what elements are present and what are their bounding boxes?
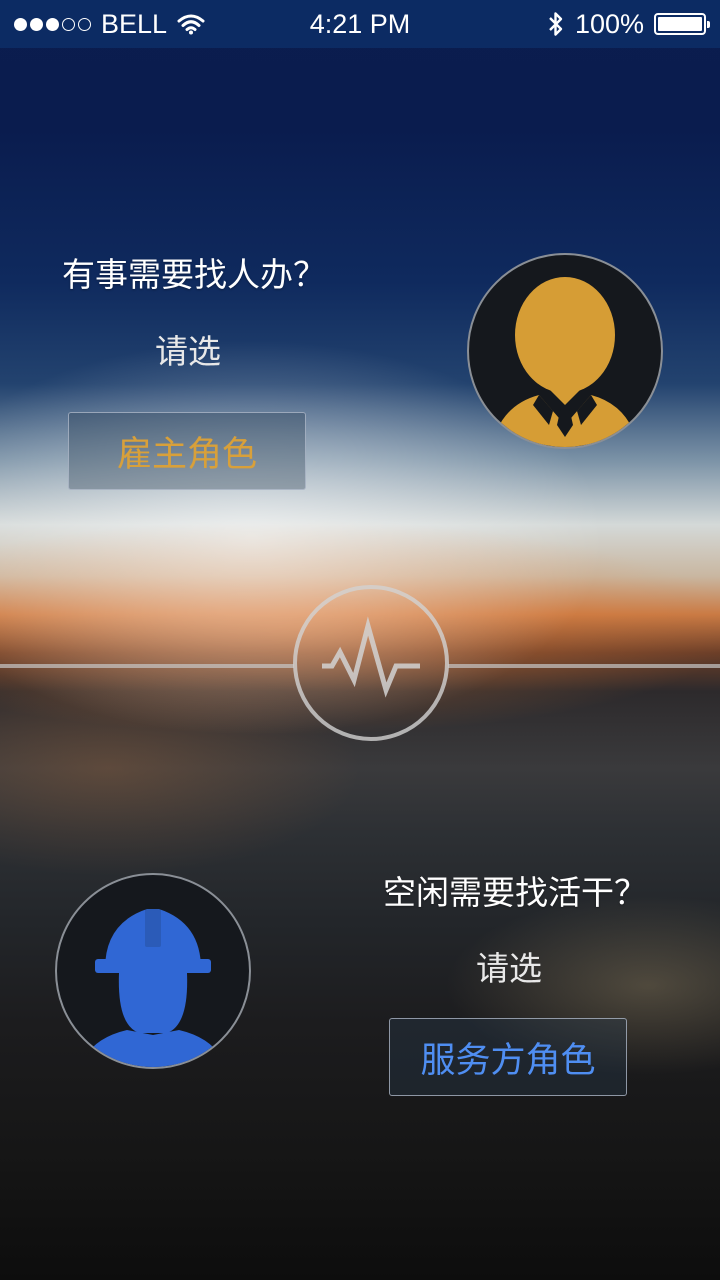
employer-avatar <box>467 253 663 449</box>
bluetooth-icon <box>549 12 563 36</box>
worker-question: 空闲需要找活干？ <box>383 873 647 912</box>
status-bar: BELL 4:21 PM 100% <box>0 0 720 48</box>
worker-hint: 请选 <box>476 949 542 988</box>
divider-right <box>448 664 720 668</box>
battery-percent: 100% <box>574 8 644 39</box>
employer-role-button[interactable]: 雇主角色 <box>68 412 306 490</box>
businessman-icon <box>497 277 633 447</box>
battery-icon <box>654 13 710 35</box>
worker-role-button[interactable]: 服务方角色 <box>389 1018 627 1096</box>
status-right: 100% <box>547 0 710 48</box>
employer-question: 有事需要找人办？ <box>62 255 326 294</box>
employer-hint: 请选 <box>155 332 221 371</box>
construction-worker-icon <box>85 903 221 1067</box>
divider-left <box>0 664 294 668</box>
pulse-icon <box>293 585 449 741</box>
worker-avatar <box>55 873 251 1069</box>
